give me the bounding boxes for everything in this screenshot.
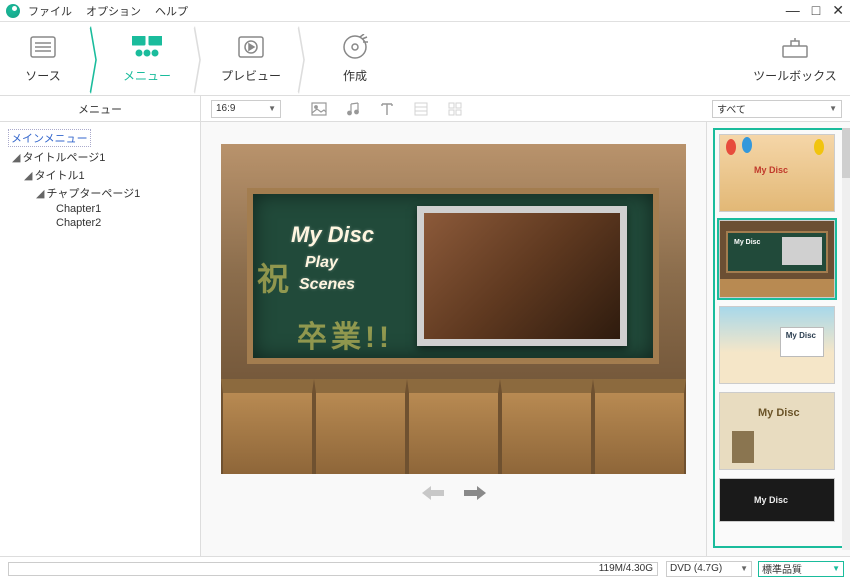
step-toolbox-label: ツールボックス [752, 67, 838, 84]
step-create[interactable]: 作成 [312, 33, 398, 84]
tree-title-page[interactable]: ◢タイトルページ1 [4, 148, 196, 166]
main-area: メインメニュー ◢タイトルページ1 ◢タイトル1 ◢チャプターページ1 Chap… [0, 122, 850, 556]
template-item[interactable]: My Disc [719, 306, 835, 384]
chevron-icon: 〉 [193, 7, 206, 111]
tree-title[interactable]: ◢タイトル1 [4, 166, 196, 184]
disc-menu-text: My Disc Play Scenes [291, 222, 374, 294]
chevron-icon: 〉 [89, 7, 102, 111]
template-item[interactable]: My Disc [719, 134, 835, 212]
menu-help[interactable]: ヘルプ [155, 3, 188, 19]
step-source-label: ソース [0, 67, 86, 84]
window-controls: — □ ✕ [786, 2, 844, 19]
step-preview-label: プレビュー [208, 67, 294, 84]
template-item[interactable]: My Disc [719, 478, 835, 522]
titlebar: ファイル オプション ヘルプ — □ ✕ [0, 0, 850, 22]
tree-chapter-page[interactable]: ◢チャプターページ1 [4, 184, 196, 202]
step-create-label: 作成 [312, 67, 398, 84]
chevron-down-icon: ▼ [829, 104, 837, 113]
quality-select[interactable]: 標準品質▼ [758, 561, 844, 577]
prev-page-icon[interactable] [422, 484, 444, 502]
video-thumbnail-frame[interactable] [417, 206, 627, 346]
edit-toolbar [311, 101, 463, 117]
step-preview[interactable]: プレビュー [208, 33, 294, 84]
chevron-down-icon: ▼ [740, 564, 748, 573]
music-icon[interactable] [345, 101, 361, 117]
tree-main-menu[interactable]: メインメニュー [4, 128, 196, 148]
step-menu[interactable]: メニュー [104, 33, 190, 84]
text-icon[interactable] [379, 101, 395, 117]
maximize-icon[interactable]: □ [812, 2, 820, 19]
tree-chapter2[interactable]: Chapter2 [4, 216, 196, 230]
menu-preview-canvas[interactable]: 祝 卒業!! My Disc Play Scenes [221, 144, 686, 474]
create-icon [312, 33, 398, 61]
source-icon [0, 33, 86, 61]
status-bar: 119M/4.30G DVD (4.7G)▼ 標準品質▼ [0, 556, 850, 580]
template-item[interactable]: My Disc [719, 392, 835, 470]
step-menu-label: メニュー [104, 67, 190, 84]
scrollbar-thumb[interactable] [842, 128, 850, 178]
template-panel: My Disc My Disc My Disc My Disc My Disc [706, 122, 850, 556]
app-icon [6, 4, 20, 18]
image-icon[interactable] [311, 101, 327, 117]
disc-size-bar: 119M/4.30G [8, 562, 658, 576]
template-filter-select[interactable]: すべて▼ [712, 100, 842, 118]
step-source[interactable]: ソース [0, 33, 86, 84]
disc-size-text: 119M/4.30G [599, 563, 653, 574]
next-page-icon[interactable] [464, 484, 486, 502]
thumbnail-icon[interactable] [447, 101, 463, 117]
step-toolbox[interactable]: ツールボックス [752, 33, 838, 84]
menu-tree: メインメニュー ◢タイトルページ1 ◢タイトル1 ◢チャプターページ1 Chap… [0, 122, 201, 556]
chevron-down-icon: ▼ [268, 104, 276, 113]
template-scrollbar[interactable] [842, 128, 850, 550]
chapter-icon[interactable] [413, 101, 429, 117]
chevron-down-icon: ▼ [832, 564, 840, 573]
disc-type-select[interactable]: DVD (4.7G)▼ [666, 561, 752, 577]
minimize-icon[interactable]: — [786, 2, 800, 19]
tree-chapter1[interactable]: Chapter1 [4, 202, 196, 216]
preview-nav [422, 484, 486, 502]
caret-down-icon: ◢ [24, 170, 32, 182]
aspect-ratio-select[interactable]: 16:9▼ [211, 100, 281, 118]
preview-pane: 祝 卒業!! My Disc Play Scenes [201, 122, 706, 556]
menu-icon [104, 33, 190, 61]
chevron-icon: 〉 [297, 7, 310, 111]
caret-down-icon: ◢ [36, 188, 44, 200]
menu-file[interactable]: ファイル [28, 3, 72, 19]
step-nav: ソース 〉 メニュー 〉 プレビュー 〉 作成 ツールボックス [0, 22, 850, 96]
template-list: My Disc My Disc My Disc My Disc My Disc [713, 128, 844, 548]
preview-icon [208, 33, 294, 61]
caret-down-icon: ◢ [12, 152, 20, 164]
toolbox-icon [752, 33, 838, 61]
sub-toolbar: メニュー 16:9▼ すべて▼ [0, 96, 850, 122]
template-item[interactable]: My Disc [719, 220, 835, 298]
close-icon[interactable]: ✕ [832, 2, 844, 19]
